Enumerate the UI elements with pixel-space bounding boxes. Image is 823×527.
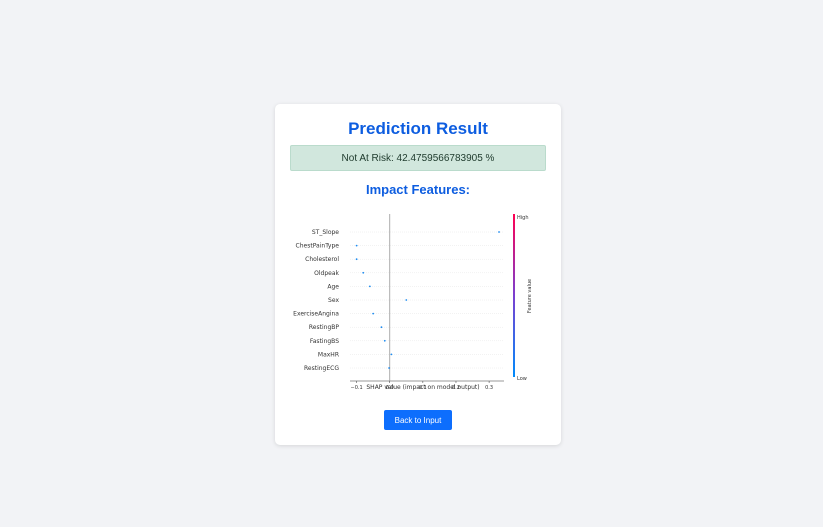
colorbar bbox=[513, 214, 515, 377]
shap-point-restingecg bbox=[388, 367, 390, 369]
feature-label-restingecg: RestingECG bbox=[304, 365, 339, 372]
x-tick-label: −0.1 bbox=[351, 385, 363, 391]
page-title: Prediction Result bbox=[348, 119, 488, 138]
shap-point-exerciseangina bbox=[372, 312, 375, 315]
shap-point-oldpeak bbox=[362, 271, 365, 274]
colorbar-title: Feature value bbox=[527, 279, 533, 313]
feature-grid-lines bbox=[350, 231, 504, 369]
x-tick-label: 0.3 bbox=[485, 385, 493, 391]
feature-labels: ST_Slope ChestPainType Cholesterol Oldpeak A… bbox=[293, 229, 339, 372]
shap-summary-plot: ST_Slope ChestPainType Cholesterol Oldpeak A… bbox=[293, 214, 533, 391]
shap-point-cholesterol bbox=[355, 258, 358, 261]
prediction-result-text: Not At Risk: 42.4759566783905 % bbox=[341, 152, 495, 164]
feature-label-age: Age bbox=[327, 283, 339, 290]
feature-label-exerciseangina: ExerciseAngina bbox=[293, 311, 339, 318]
feature-label-oldpeak: Oldpeak bbox=[314, 270, 339, 277]
x-axis-label: SHAP value (impact on model output) bbox=[366, 384, 479, 391]
shap-point-restingbp bbox=[380, 326, 383, 329]
feature-label-restingbp: RestingBP bbox=[309, 324, 339, 331]
feature-label-cholesterol: Cholesterol bbox=[305, 256, 339, 263]
shap-point-sex bbox=[405, 299, 408, 301]
colorbar-low-label: Low bbox=[517, 376, 527, 382]
prediction-result-alert: Not At Risk: 42.4759566783905 % bbox=[290, 145, 546, 171]
impact-features-heading: Impact Features: bbox=[365, 182, 471, 197]
back-to-input-button[interactable]: Back to Input bbox=[384, 410, 452, 430]
shap-point-fastingbs bbox=[383, 339, 386, 342]
feature-label-sex: Sex bbox=[328, 297, 339, 304]
shap-point-age bbox=[368, 285, 371, 288]
feature-label-maxhr: MaxHR bbox=[318, 351, 339, 358]
feature-label-chestpaintype: ChestPainType bbox=[296, 243, 340, 250]
result-card: Prediction Result Not At Risk: 42.475956… bbox=[275, 104, 561, 445]
shap-point-chestpaintype bbox=[355, 244, 358, 247]
shap-point-maxhr bbox=[390, 353, 393, 356]
colorbar-high-label: High bbox=[517, 215, 529, 221]
feature-label-st_slope: ST_Slope bbox=[312, 229, 339, 236]
feature-label-fastingbs: FastingBS bbox=[310, 338, 339, 345]
shap-point-st_slope bbox=[498, 231, 500, 233]
